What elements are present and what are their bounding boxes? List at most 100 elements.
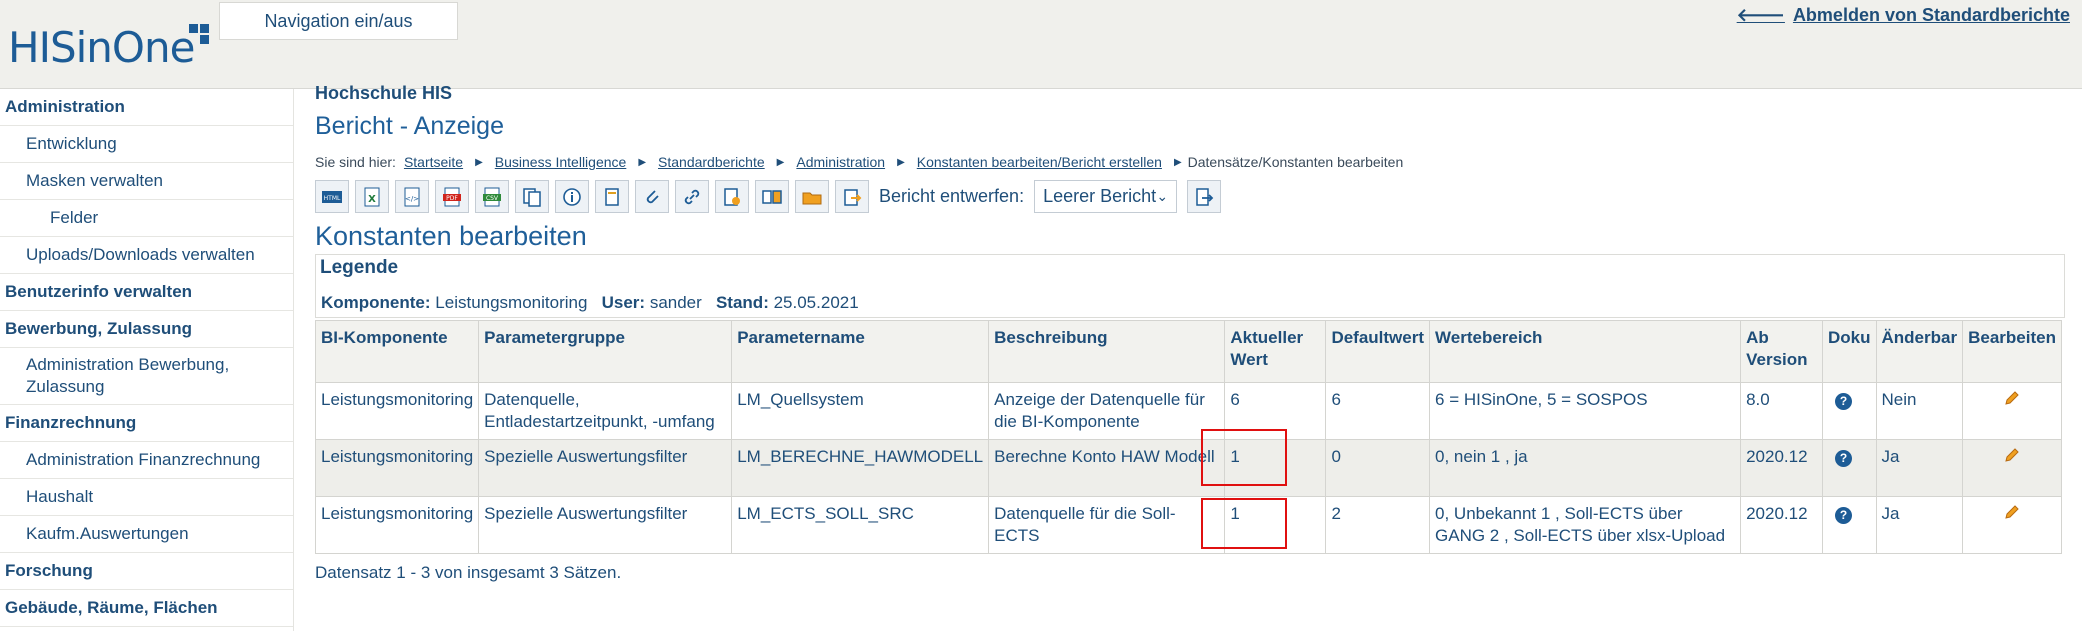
report-design-label: Bericht entwerfen:: [879, 186, 1025, 206]
html-export-button[interactable]: HTML: [315, 180, 349, 213]
svg-text:HTML: HTML: [324, 195, 341, 202]
pencil-edit-icon[interactable]: [2003, 503, 2021, 521]
chevron-right-icon: ▶: [897, 156, 905, 168]
attachment-button[interactable]: [635, 180, 669, 213]
legend-title: Legende: [320, 257, 399, 278]
sidebar-item-forschung[interactable]: Forschung: [0, 553, 293, 590]
sidebar-item-bewerbung-zulassung[interactable]: Bewerbung, Zulassung: [0, 311, 293, 348]
sidebar-item-administration-finanzrechnung[interactable]: Administration Finanzrechnung: [0, 442, 293, 479]
svg-text:</>: </>: [405, 195, 419, 203]
help-icon[interactable]: ?: [1835, 450, 1853, 467]
sidebar-item-felder[interactable]: Felder: [0, 200, 293, 237]
column-header[interactable]: Wertebereich: [1429, 320, 1742, 383]
column-header[interactable]: Defaultwert: [1325, 320, 1431, 383]
link-button[interactable]: [675, 180, 709, 213]
arrow-left-icon: 🡐: [1736, 5, 1785, 25]
highlight-box-row3: [1201, 498, 1287, 549]
breadcrumb-administration[interactable]: Administration: [796, 154, 885, 170]
breadcrumb-konstanten-bearbeiten[interactable]: Konstanten bearbeiten/Bericht erstellen: [917, 154, 1162, 170]
user-value: sander: [649, 293, 702, 312]
pdf-export-button[interactable]: PDF: [435, 180, 469, 213]
excel-export-icon: X: [364, 187, 380, 206]
svg-text:X: X: [368, 194, 376, 205]
breadcrumb-business-intelligence[interactable]: Business Intelligence: [495, 154, 627, 170]
table-cell: Anzeige der Datenquelle für die BI-Kompo…: [988, 382, 1226, 440]
report-design-select[interactable]: Leerer Bericht ⌄: [1034, 180, 1178, 213]
svg-text:CSV: CSV: [486, 195, 499, 202]
document-arrow-icon: [1196, 187, 1214, 206]
report-design-go-button[interactable]: [1187, 180, 1222, 213]
help-icon[interactable]: ?: [1835, 393, 1853, 410]
table-cell: LM_BERECHNE_HAWMODELL: [731, 439, 990, 497]
chevron-right-icon: ▶: [1173, 156, 1182, 168]
column-header[interactable]: Doku: [1822, 320, 1877, 383]
breadcrumb-startseite[interactable]: Startseite: [404, 154, 463, 170]
table-cell: LM_ECTS_SOLL_SRC: [731, 496, 990, 554]
sidebar-item-haushalt[interactable]: Haushalt: [0, 479, 293, 516]
copy-icon: [523, 187, 541, 207]
report-config-button[interactable]: [715, 180, 749, 213]
report-toolbar: HTML X </> PDF CSV Bericht entwerfen: Le…: [315, 180, 1227, 213]
navigation-toggle-button[interactable]: Navigation ein/aus: [219, 2, 458, 40]
doku-cell: ?: [1822, 382, 1877, 440]
table-cell: Ja: [1875, 496, 1964, 554]
constants-table: BI-Komponente Parametergruppe Parametern…: [314, 320, 2062, 554]
notepad-button[interactable]: [595, 180, 629, 213]
komponente-value: Leistungsmonitoring: [435, 293, 588, 312]
komponente-label: Komponente:: [321, 293, 431, 312]
column-header[interactable]: Aktueller Wert: [1224, 320, 1327, 383]
chevron-right-icon: ▶: [475, 156, 483, 168]
logout-link[interactable]: 🡐 Abmelden von Standardberichte: [1737, 5, 2070, 26]
legend-box: Legende Komponente: Leistungsmonitoring …: [315, 254, 2065, 318]
excel-export-button[interactable]: X: [355, 180, 389, 213]
report-design-value: Leerer Bericht: [1043, 186, 1157, 206]
folder-button[interactable]: [795, 180, 829, 213]
sidebar-item-masken-verwalten[interactable]: Masken verwalten: [0, 163, 293, 200]
column-header[interactable]: Ab Version: [1740, 320, 1824, 383]
table-cell: 6 = HISinOne, 5 = SOSPOS: [1429, 382, 1742, 440]
table-cell: Datenquelle für die Soll-ECTS: [988, 496, 1226, 554]
compare-button[interactable]: [755, 180, 789, 213]
organization-name: Hochschule HIS: [315, 83, 453, 103]
table-header-row: BI-Komponente Parametergruppe Parametern…: [314, 320, 2062, 383]
column-header[interactable]: Parametername: [731, 320, 990, 383]
table-cell: Ja: [1875, 439, 1964, 497]
user-label: User:: [601, 293, 646, 312]
clipboard-export-button[interactable]: [835, 180, 869, 213]
sidebar-item-administration-bewerbung[interactable]: Administration Bewerbung, Zulassung: [0, 348, 293, 405]
sidebar-item-gebaeude[interactable]: Gebäude, Räume, Flächen: [0, 590, 293, 627]
clipboard-export-icon: [844, 188, 862, 206]
sidebar-item-benutzerinfo[interactable]: Benutzerinfo verwalten: [0, 274, 293, 311]
logo-dots-icon: [178, 14, 218, 54]
help-icon[interactable]: ?: [1835, 507, 1853, 524]
info-icon: [563, 187, 581, 206]
breadcrumb-lead: Sie sind hier:: [315, 154, 396, 170]
sidebar-item-administration[interactable]: Administration: [0, 89, 293, 126]
copy-button[interactable]: [515, 180, 549, 213]
table-cell: Datenquelle, Entladestartzeitpunkt, -umf…: [478, 382, 733, 440]
sidebar-item-kaufm-auswertungen[interactable]: Kaufm.Auswertungen: [0, 516, 293, 553]
page-title: Bericht - Anzeige: [315, 112, 504, 140]
xml-export-button[interactable]: </>: [395, 180, 429, 213]
doku-cell: ?: [1822, 496, 1877, 554]
column-header[interactable]: Bearbeiten: [1962, 320, 2062, 383]
column-header[interactable]: Änderbar: [1875, 320, 1964, 383]
sidebar-item-entwicklung[interactable]: Entwicklung: [0, 126, 293, 163]
highlight-box-row2: [1201, 429, 1287, 486]
table-cell: Berechne Konto HAW Modell: [988, 439, 1226, 497]
column-header[interactable]: Parametergruppe: [478, 320, 733, 383]
breadcrumb-standardberichte[interactable]: Standardberichte: [658, 154, 765, 170]
column-header[interactable]: Beschreibung: [988, 320, 1226, 383]
hisinone-logo[interactable]: HISinOne: [8, 18, 209, 78]
sidebar-item-uploads-downloads[interactable]: Uploads/Downloads verwalten: [0, 237, 293, 274]
legend-info: Komponente: Leistungsmonitoring User: sa…: [321, 293, 859, 313]
info-button[interactable]: [555, 180, 589, 213]
pencil-edit-icon[interactable]: [2003, 446, 2021, 464]
folder-icon: [802, 192, 822, 204]
sidebar-item-finanzrechnung[interactable]: Finanzrechnung: [0, 405, 293, 442]
pencil-edit-icon[interactable]: [2003, 389, 2021, 407]
csv-export-button[interactable]: CSV: [475, 180, 509, 213]
attachment-icon: [646, 189, 659, 203]
column-header[interactable]: BI-Komponente: [314, 320, 480, 383]
table-cell: Spezielle Auswertungsfilter: [478, 439, 733, 497]
